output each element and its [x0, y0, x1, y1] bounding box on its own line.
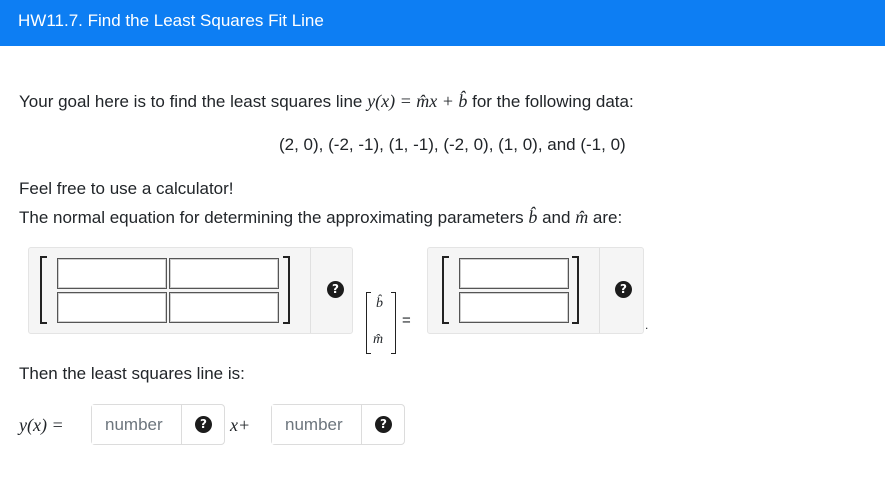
slope-input-group: ? [91, 404, 225, 445]
b-hat-symbol: b̂ [528, 207, 538, 227]
parameter-vector: b̂ m̂ [366, 290, 396, 358]
intercept-input-group: ? [271, 404, 405, 445]
intercept-input[interactable] [272, 405, 362, 444]
vector-right-bracket [391, 292, 396, 354]
vector-left-bracket [366, 292, 371, 354]
answer-lhs: y(x) = [19, 415, 64, 435]
normal-eq-prefix: The normal equation for determining the … [19, 208, 524, 227]
m-hat-symbol: m̂ [575, 207, 589, 227]
help-icon[interactable]: ? [195, 416, 212, 433]
intro-text: Your goal here is to find the least squa… [19, 91, 634, 112]
ata-cell-1-2[interactable] [169, 258, 279, 289]
aty-input-2[interactable] [460, 293, 568, 322]
ata-input-1-1[interactable] [58, 259, 166, 288]
aty-input-1[interactable] [460, 259, 568, 288]
page-title: HW11.7. Find the Least Squares Fit Line [18, 11, 324, 30]
left-bracket [442, 256, 449, 324]
slope-input[interactable] [92, 405, 182, 444]
ata-matrix-group: ? [28, 247, 353, 334]
ata-input-2-2[interactable] [170, 293, 278, 322]
page-header: HW11.7. Find the Least Squares Fit Line [0, 0, 885, 46]
line-equation: y(x) = m̂x + b̂ [367, 91, 468, 111]
ata-cell-1-1[interactable] [57, 258, 167, 289]
left-bracket [40, 256, 47, 324]
equals-sign: = [402, 312, 411, 329]
right-bracket [283, 256, 290, 324]
divider [310, 248, 311, 333]
intro-prefix: Your goal here is to find the least squa… [19, 92, 363, 111]
aty-cell-1[interactable] [459, 258, 569, 289]
help-icon[interactable]: ? [615, 281, 632, 298]
help-icon[interactable]: ? [375, 416, 392, 433]
calculator-note: Feel free to use a calculator! [19, 179, 234, 198]
aty-vector-group: ? [427, 247, 644, 334]
data-points: (2, 0), (-2, -1), (1, -1), (-2, 0), (1, … [279, 135, 626, 154]
ata-cell-2-2[interactable] [169, 292, 279, 323]
normal-eq-suffix: are: [592, 208, 623, 227]
divider [599, 248, 600, 333]
x-plus-text: x+ [230, 415, 251, 435]
vector-m-hat: m̂ [373, 332, 384, 347]
vector-b-hat: b̂ [376, 296, 383, 311]
normal-eq-and: and [542, 208, 571, 227]
right-bracket [572, 256, 579, 324]
ata-cell-2-1[interactable] [57, 292, 167, 323]
ata-input-2-1[interactable] [58, 293, 166, 322]
normal-equation-text: The normal equation for determining the … [19, 207, 622, 228]
then-line-text: Then the least squares line is: [19, 364, 245, 383]
aty-cell-2[interactable] [459, 292, 569, 323]
trailing-period: . [645, 318, 649, 332]
intro-suffix: for the following data: [472, 92, 634, 111]
ata-input-1-2[interactable] [170, 259, 278, 288]
help-icon[interactable]: ? [327, 281, 344, 298]
